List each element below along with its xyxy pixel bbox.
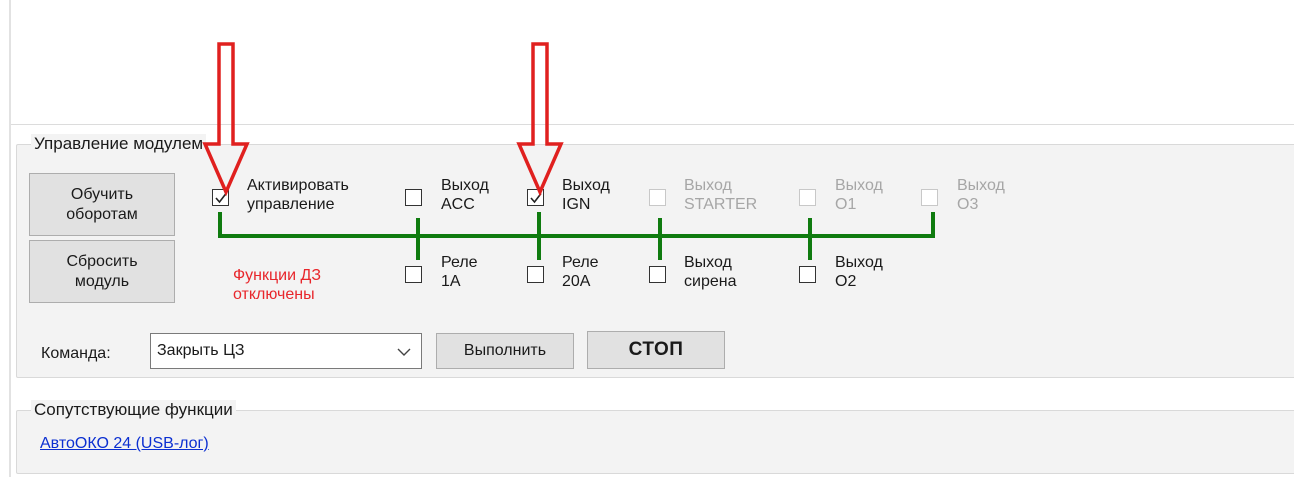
autooko-usb-log-link[interactable]: АвтоОКО 24 (USB-лог) — [40, 435, 209, 453]
output-o2-checkbox[interactable] — [799, 266, 816, 283]
output-siren-label: Выход сирена — [684, 254, 737, 290]
relay-20a-checkbox[interactable] — [527, 266, 544, 283]
chevron-down-icon — [397, 348, 411, 356]
output-ign-label: Выход IGN — [562, 177, 610, 213]
connector-stub-o3 — [931, 212, 935, 236]
command-label: Команда: — [41, 345, 111, 362]
connector-stub-starter — [658, 218, 662, 260]
output-acc-checkbox[interactable] — [405, 189, 422, 206]
connector-stub-activate — [218, 212, 222, 236]
relay-1a-label: Реле 1A — [441, 254, 478, 290]
output-starter-label: Выход STARTER — [684, 177, 758, 213]
output-o1-label: Выход O1 — [835, 177, 883, 213]
output-acc-label: Выход ACC — [441, 177, 489, 213]
stop-button[interactable]: СТОП — [587, 331, 725, 369]
connector-stub-ign — [537, 212, 541, 260]
reset-module-button[interactable]: Сбросить модуль — [29, 240, 175, 303]
learn-rpm-button[interactable]: Обучить оборотам — [29, 173, 175, 236]
execute-button[interactable]: Выполнить — [436, 333, 574, 369]
output-siren-checkbox[interactable] — [649, 266, 666, 283]
stop-button-label: СТОП — [628, 339, 684, 360]
activate-control-label: Активировать управление — [247, 177, 349, 213]
command-select[interactable]: Закрыть ЦЗ — [150, 333, 422, 369]
connector-horizontal-line — [218, 234, 935, 238]
module-control-title: Управление модулем — [31, 134, 207, 154]
related-functions-title: Сопутствующие функции — [31, 400, 236, 420]
dz-functions-status: Функции ДЗ отключены — [233, 267, 321, 303]
learn-rpm-button-label: Обучить оборотам — [66, 185, 138, 223]
annotation-arrow-right — [516, 42, 564, 197]
reset-module-button-label: Сбросить модуль — [66, 252, 138, 290]
output-o2-label: Выход O2 — [835, 254, 883, 290]
execute-button-label: Выполнить — [463, 342, 547, 359]
relay-20a-label: Реле 20A — [562, 254, 599, 290]
command-select-value: Закрыть ЦЗ — [157, 342, 245, 359]
connector-stub-o1 — [808, 218, 812, 260]
output-o3-label: Выход O3 — [957, 177, 1005, 213]
output-starter-checkbox[interactable] — [649, 189, 666, 206]
output-o1-checkbox[interactable] — [799, 189, 816, 206]
annotation-arrow-left — [202, 42, 250, 197]
relay-1a-checkbox[interactable] — [405, 266, 422, 283]
connector-stub-acc — [416, 218, 420, 260]
output-o3-checkbox[interactable] — [921, 189, 938, 206]
